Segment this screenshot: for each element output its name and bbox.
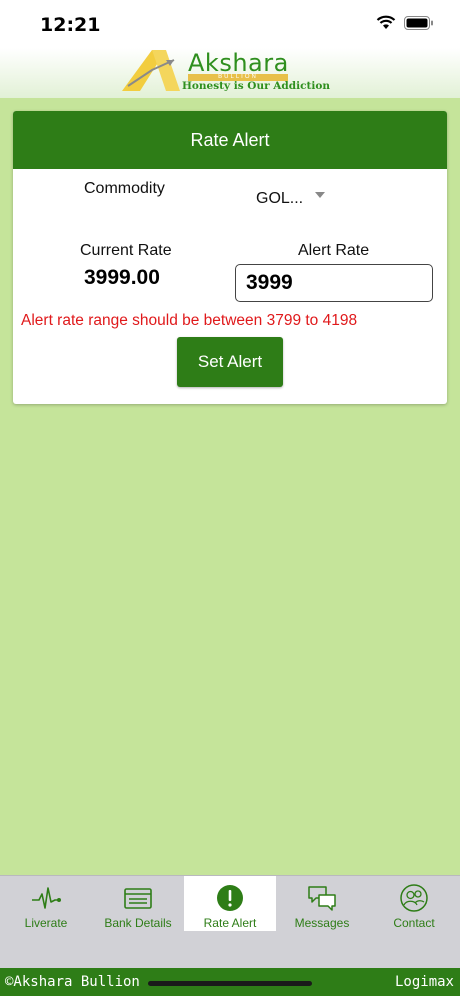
tab-label: Messages (294, 916, 350, 930)
tab-bar: Liverate Bank Details Rate Alert Message… (0, 875, 460, 968)
chat-bubbles-icon (308, 886, 336, 911)
rate-alert-card: Rate Alert Commodity GOL... Current Rate… (13, 111, 447, 404)
commodity-value: GOL... (256, 190, 304, 207)
footer: ©Akshara Bullion Logimax (0, 968, 460, 996)
logo-name: Akshara (188, 49, 289, 77)
error-message: Alert rate range should be between 3799 … (21, 312, 358, 329)
tab-messages[interactable]: Messages (276, 876, 368, 931)
tab-label: Rate Alert (203, 916, 257, 930)
alert-rate-input[interactable] (235, 264, 433, 302)
tab-contact[interactable]: Contact (368, 876, 460, 931)
contact-icon (400, 884, 428, 912)
tab-label: Liverate (24, 916, 68, 930)
set-alert-button[interactable]: Set Alert (177, 337, 283, 387)
current-rate-label: Current Rate (80, 242, 172, 259)
logo: Akshara BULLION Honesty is Our Addiction (122, 48, 330, 94)
card-title: Rate Alert (13, 111, 447, 169)
alert-icon (217, 885, 243, 911)
logo-tagline: Honesty is Our Addiction (182, 80, 330, 92)
home-indicator (148, 981, 312, 986)
pulse-icon (32, 887, 61, 909)
wifi-icon (376, 15, 396, 29)
status-icons (376, 15, 434, 30)
app-header: Akshara BULLION Honesty is Our Addiction (0, 48, 460, 98)
battery-icon (404, 15, 433, 30)
footer-brand: Logimax (394, 974, 454, 990)
chevron-down-icon (315, 192, 326, 198)
tab-label: Bank Details (104, 916, 172, 930)
tab-label: Contact (393, 916, 435, 930)
tab-rate-alert[interactable]: Rate Alert (184, 876, 276, 931)
status-bar: 12:21 (0, 0, 460, 48)
card-icon (124, 888, 152, 909)
alert-rate-label: Alert Rate (298, 242, 370, 259)
logo-mark-icon (122, 50, 180, 91)
footer-copyright: ©Akshara Bullion (5, 974, 140, 990)
commodity-label: Commodity (84, 180, 165, 197)
tab-liverate[interactable]: Liverate (0, 876, 92, 931)
commodity-dropdown[interactable]: GOL... (256, 190, 326, 208)
status-time: 12:21 (40, 14, 101, 36)
current-rate-value: 3999.00 (84, 266, 160, 289)
tab-bank-details[interactable]: Bank Details (92, 876, 184, 931)
